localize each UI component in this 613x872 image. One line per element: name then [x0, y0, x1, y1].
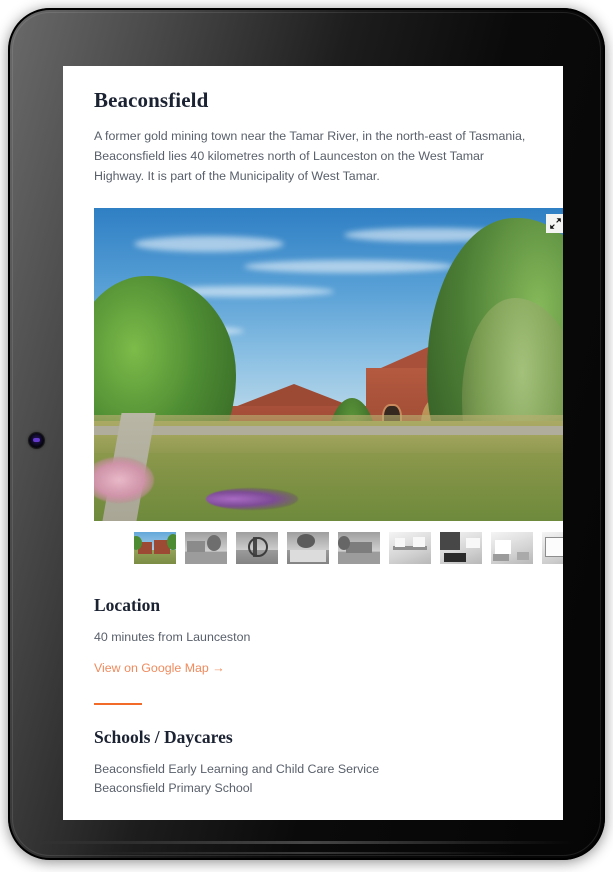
gallery-thumbnail[interactable]: [542, 532, 563, 565]
gallery-thumbnail[interactable]: [236, 532, 278, 565]
tablet-device-frame: Beaconsfield A former gold mining town n…: [8, 8, 605, 860]
gallery-thumbnail[interactable]: [338, 532, 380, 565]
device-chin-seam: [38, 841, 575, 844]
gallery-thumbnail-strip[interactable]: [94, 532, 563, 565]
section-schools: Schools / Daycares Beaconsfield Early Le…: [63, 727, 563, 820]
device-chin-seam-secondary: [98, 852, 515, 854]
page-title: Beaconsfield: [94, 88, 209, 112]
section-divider: [94, 702, 142, 705]
list-item: Beaconsfield Primary School: [94, 780, 253, 795]
page-description: A former gold mining town near the Tamar…: [94, 129, 526, 184]
schools-title: Schools / Daycares: [94, 726, 233, 747]
expand-fullscreen-icon[interactable]: [546, 214, 563, 234]
tablet-screen: Beaconsfield A former gold mining town n…: [63, 66, 563, 820]
gallery-thumbnail[interactable]: [389, 532, 431, 565]
gallery-main-image[interactable]: [94, 208, 563, 522]
list-item: Beaconsfield Early Learning and Child Ca…: [94, 761, 380, 776]
gallery-thumbnail[interactable]: [287, 532, 329, 565]
location-title: Location: [94, 595, 161, 616]
schools-list: Beaconsfield Early Learning and Child Ca…: [94, 760, 532, 798]
front-camera-lens-icon: [29, 433, 44, 448]
photo-path-horizontal: [94, 426, 563, 436]
page-content: Beaconsfield A former gold mining town n…: [63, 66, 563, 565]
gallery-thumbnail[interactable]: [185, 532, 227, 565]
section-location: Location 40 minutes from Launceston View…: [63, 595, 563, 705]
gallery-thumbnail[interactable]: [491, 532, 533, 565]
view-on-google-map-link[interactable]: View on Google Map →: [94, 661, 225, 675]
gallery-thumbnail[interactable]: [440, 532, 482, 565]
main-photo-illustration: [94, 208, 563, 522]
gallery-thumbnail[interactable]: [134, 532, 176, 565]
location-text: 40 minutes from Launceston: [94, 630, 251, 645]
